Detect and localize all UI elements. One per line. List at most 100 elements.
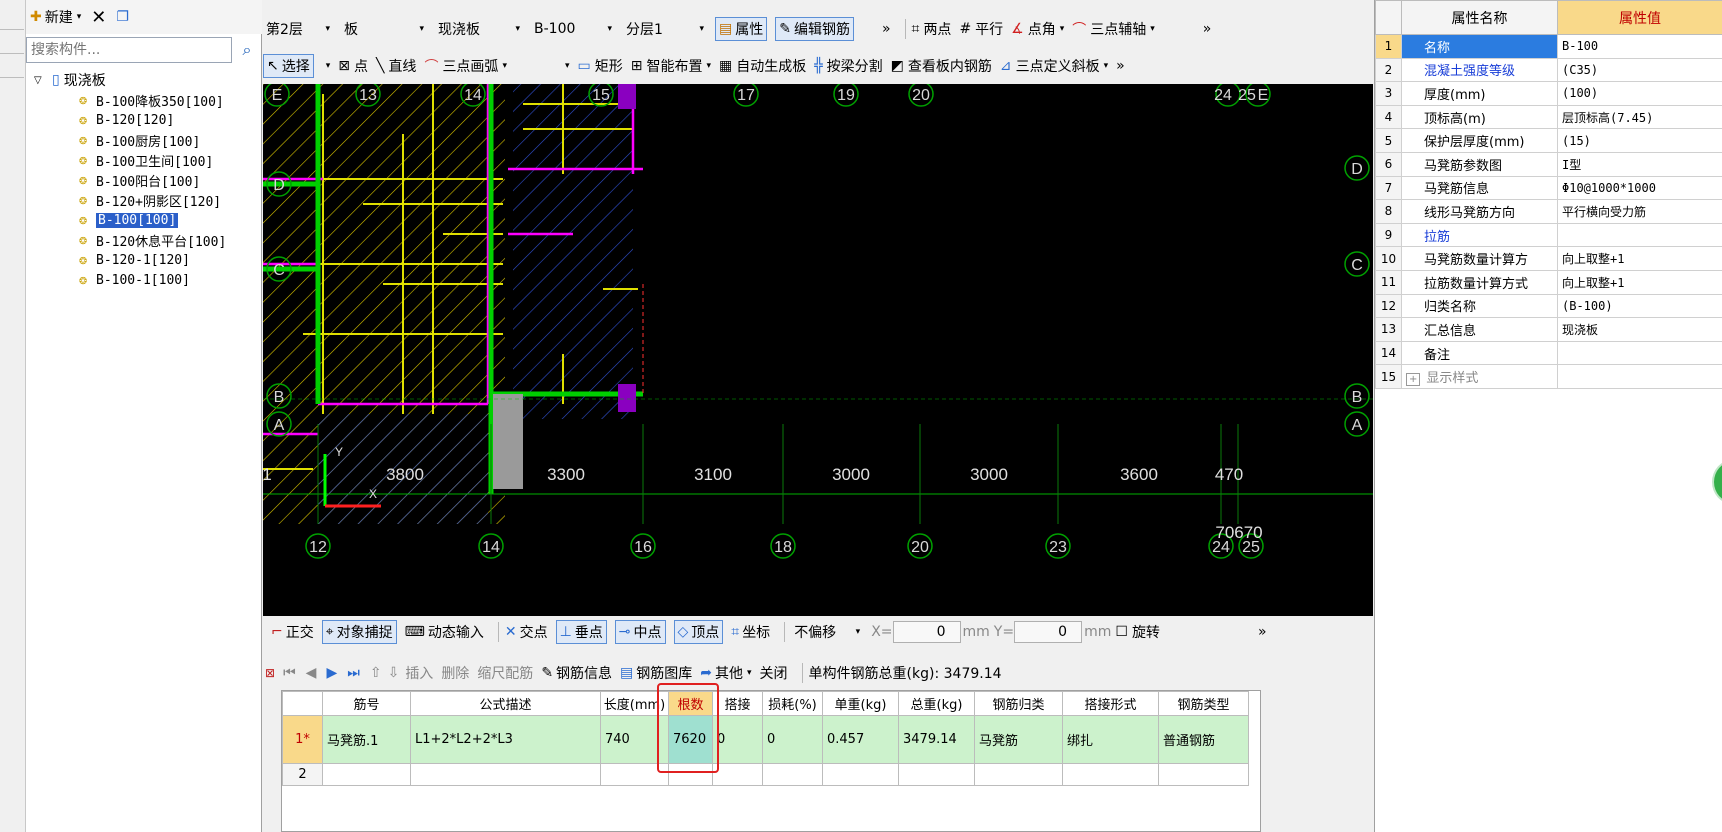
edit-rebar-button[interactable]: ✎ 编辑钢筋 [775, 17, 854, 41]
table-cell[interactable] [1062, 763, 1159, 786]
type-select[interactable]: 现浇板 ▾ [435, 18, 523, 40]
property-value[interactable] [1557, 340, 1722, 366]
snap-button[interactable]: ⌖ 对象捕捉 [321, 620, 397, 644]
column-header[interactable]: 搭接 [712, 691, 763, 716]
table-cell[interactable]: L1+2*L2+2*L3 [410, 715, 601, 764]
floor-select[interactable]: 第2层 ▾ [263, 18, 333, 40]
tree-item[interactable]: ❂ B-120-1[120] [76, 250, 226, 270]
more-button-3[interactable]: » [1116, 58, 1125, 74]
property-value[interactable]: (C35) [1557, 57, 1722, 83]
column-header[interactable]: 筋号 [322, 691, 411, 716]
perp-button[interactable]: ⊥ 垂点 [555, 620, 607, 644]
tree-item[interactable]: ❂ B-120休息平台[100] [76, 230, 226, 250]
table-cell[interactable] [898, 763, 975, 786]
column-header[interactable]: 损耗(%) [762, 691, 823, 716]
table-cell[interactable]: 马凳筋.1 [322, 715, 411, 764]
table-cell[interactable] [410, 763, 601, 786]
intersect-button[interactable]: ✕ 交点 [505, 622, 548, 642]
collapse-icon[interactable]: ▽ [34, 75, 48, 86]
property-row[interactable]: 1 名称 B-100 [1375, 34, 1722, 59]
other-button[interactable]: ➦ 其他 ▾ [700, 663, 751, 683]
tree-item[interactable]: ❂ B-100降板350[100] [76, 90, 226, 110]
table-cell[interactable]: 0 [762, 715, 823, 764]
cad-canvas[interactable]: E 13 14 15 17 19 20 24 25 E 12 14 16 18 … [263, 84, 1373, 616]
scale-button[interactable]: 缩尺配筋 [477, 663, 533, 683]
tree-item[interactable]: ❂ B-100阳台[100] [76, 170, 226, 190]
arc-button[interactable]: ⌒ 三点画弧 ▾ [424, 56, 507, 76]
property-row[interactable]: 3 厚度(mm) (100) [1375, 81, 1722, 106]
three-point-axis-button[interactable]: ⌒ 三点辅轴 ▾ [1072, 19, 1155, 39]
table-cell[interactable]: 普通钢筋 [1158, 715, 1249, 764]
up-icon[interactable]: ⇧ [370, 665, 382, 681]
dynamic-input-button[interactable]: ⌨ 动态输入 [405, 622, 484, 642]
tree-item[interactable]: ❂ B-120[120] [76, 110, 226, 130]
tree-item[interactable]: ❂ B-100厨房[100] [76, 130, 226, 150]
property-row[interactable]: 8 线形马凳筋方向 平行横向受力筋 [1375, 199, 1722, 224]
tree-item[interactable]: ❂ B-120+阴影区[120] [76, 190, 226, 210]
category-select[interactable]: 板 ▾ [341, 18, 427, 40]
vertex-button[interactable]: ◇ 顶点 [673, 620, 724, 644]
auto-gen-button[interactable]: ▦ 自动生成板 [719, 56, 806, 76]
tree-root[interactable]: ▽ ▯ 现浇板 [34, 70, 106, 90]
copy-button[interactable]: ❐ [116, 9, 129, 25]
table-cell[interactable]: 0 [712, 715, 763, 764]
property-row[interactable]: 5 保护层厚度(mm) (15) [1375, 128, 1722, 153]
first-icon[interactable]: ⏮ [283, 665, 296, 681]
property-value[interactable]: I型 [1557, 151, 1722, 177]
split-beam-button[interactable]: ╬ 按梁分割 [814, 56, 882, 76]
table-cell[interactable] [762, 763, 823, 786]
table-cell[interactable]: 0.457 [822, 715, 899, 764]
property-value[interactable]: 向上取整+1 [1557, 246, 1722, 271]
property-button[interactable]: ▤ 属性 [715, 17, 768, 41]
property-value[interactable] [1557, 222, 1722, 248]
property-row[interactable]: 11 拉筋数量计算方式 向上取整+1 [1375, 269, 1722, 295]
dock-tab[interactable] [0, 56, 24, 78]
slope-button[interactable]: ⊿ 三点定义斜板 ▾ [1000, 56, 1108, 76]
table-cell[interactable] [712, 763, 763, 786]
property-value[interactable]: (15) [1557, 128, 1722, 153]
view-rebar-button[interactable]: ◩ 查看板内钢筋 [891, 56, 992, 76]
property-row[interactable]: 2 混凝土强度等级 (C35) [1375, 57, 1722, 83]
property-row[interactable]: 15 + 显示样式 [1375, 364, 1722, 389]
coord-button[interactable]: ⌗ 坐标 [731, 622, 770, 642]
table-cell[interactable] [974, 763, 1063, 786]
property-row[interactable]: 10 马凳筋数量计算方 向上取整+1 [1375, 246, 1722, 271]
line-button[interactable]: ╲ 直线 [376, 56, 416, 76]
tree-item[interactable]: ❂ B-100卫生间[100] [76, 150, 226, 170]
two-points-button[interactable]: ⌗ 两点 [912, 19, 952, 39]
tree-item[interactable]: ❂ B-100[100] [76, 210, 226, 230]
parallel-button[interactable]: # 平行 [959, 19, 1003, 39]
component-select[interactable]: B-100 ▾ [531, 20, 615, 38]
dock-tab[interactable] [0, 32, 24, 54]
point-angle-button[interactable]: ∡ 点角 ▾ [1011, 19, 1064, 39]
property-row[interactable]: 6 马凳筋参数图 I型 [1375, 151, 1722, 177]
table-cell[interactable] [1158, 763, 1249, 786]
smart-layout-button[interactable]: ⊞ 智能布置 ▾ [631, 56, 711, 76]
prev-icon[interactable]: ◀ [306, 665, 317, 681]
more-button-4[interactable]: » [1258, 624, 1267, 640]
point-button[interactable]: ⊠ 点 [338, 56, 368, 76]
rebar-info-button[interactable]: ✎ 钢筋信息 [541, 663, 612, 683]
close-panel-icon[interactable]: ⊠ [265, 666, 275, 680]
mid-button[interactable]: ⊸ 中点 [614, 620, 666, 644]
new-button[interactable]: ✚ 新建 ▾ [30, 7, 81, 27]
cad-drawing[interactable]: E 13 14 15 17 19 20 24 25 E 12 14 16 18 … [263, 84, 1373, 616]
column-header[interactable]: 公式描述 [410, 691, 601, 716]
layer-select[interactable]: 分层1 ▾ [623, 18, 707, 40]
property-value[interactable]: 向上取整+1 [1557, 269, 1722, 295]
property-row[interactable]: 12 归类名称 (B-100) [1375, 293, 1722, 319]
property-value[interactable]: B-100 [1557, 34, 1722, 59]
table-cell[interactable] [322, 763, 411, 786]
column-header[interactable]: 单重(kg) [822, 691, 899, 716]
column-header[interactable]: 钢筋类型 [1158, 691, 1249, 716]
table-cell[interactable]: 3479.14 [898, 715, 975, 764]
property-value[interactable]: 平行横向受力筋 [1557, 199, 1722, 224]
expand-icon[interactable]: + [1406, 373, 1421, 387]
close-button[interactable]: 关闭 [760, 663, 788, 683]
insert-button[interactable]: 插入 [405, 663, 433, 683]
last-icon[interactable]: ⏭ [347, 665, 360, 681]
rotate-checkbox[interactable]: ☐ 旋转 [1115, 622, 1160, 642]
property-value[interactable]: (100) [1557, 81, 1722, 106]
rect-button[interactable]: ▭ 矩形 [578, 56, 623, 76]
column-header[interactable]: 总重(kg) [898, 691, 975, 716]
